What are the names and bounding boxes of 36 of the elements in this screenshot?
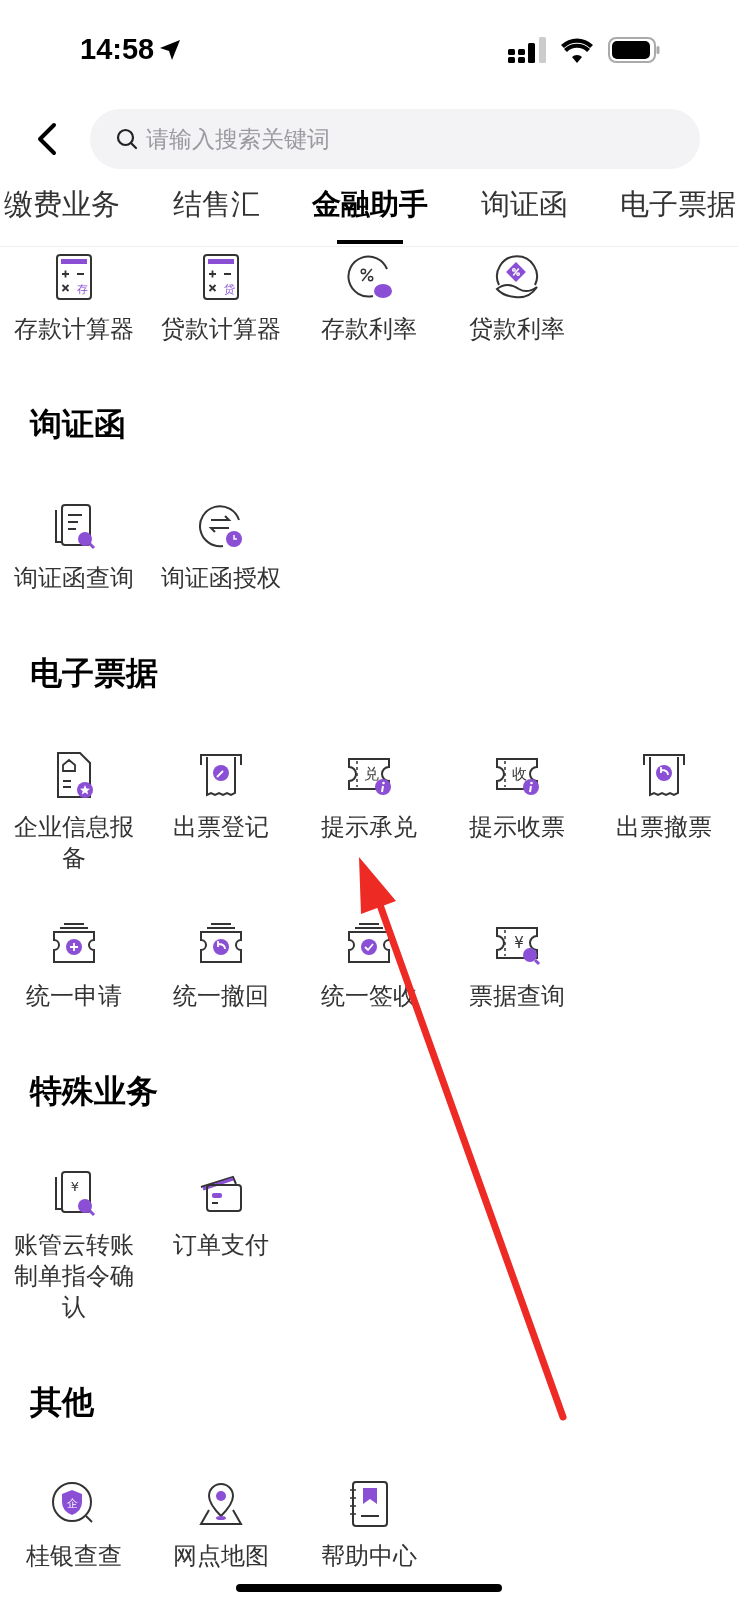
section-title: 电子票据 xyxy=(29,654,159,693)
section-title: 其他 xyxy=(29,1383,95,1422)
status-time: 14:58 xyxy=(80,32,155,68)
back-icon[interactable] xyxy=(36,122,58,156)
service-item[interactable]: 贷 贷款计算器 xyxy=(147,251,296,344)
service-item[interactable]: 企业信息报备 xyxy=(0,749,148,873)
service-item[interactable]: ¥ 账管云转账制单指令确认 xyxy=(0,1167,148,1322)
section-title: 询证函 xyxy=(28,405,127,444)
search-field[interactable]: 请输入搜索关键词 xyxy=(90,109,700,169)
service-item[interactable]: 存款利率 xyxy=(295,251,443,344)
signal-icon xyxy=(508,37,546,63)
service-item[interactable]: 询证函查询 xyxy=(0,500,148,593)
service-item[interactable]: 帮助中心 xyxy=(295,1478,443,1571)
category-tab[interactable]: 询证函 xyxy=(480,180,568,246)
service-item[interactable]: 网点地图 xyxy=(147,1478,296,1571)
service-item[interactable]: 订单支付 xyxy=(147,1167,296,1322)
service-item[interactable]: 统一撤回 xyxy=(147,918,296,1011)
service-item[interactable]: 企 桂银查查 xyxy=(0,1478,148,1571)
category-tab[interactable]: 缴费业务 xyxy=(4,180,120,246)
service-item[interactable]: 出票撤票 xyxy=(590,749,738,873)
service-item[interactable]: 出票登记 xyxy=(147,749,296,873)
service-item[interactable]: 统一申请 xyxy=(0,918,148,1011)
service-item[interactable]: 收 提示收票 xyxy=(442,749,591,873)
category-tab[interactable]: 金融助手 xyxy=(312,180,428,246)
search-icon xyxy=(116,128,138,150)
wifi-icon xyxy=(560,37,594,63)
battery-icon xyxy=(608,37,660,63)
service-item[interactable]: 存 存款计算器 xyxy=(0,251,148,344)
service-item[interactable]: 询证函授权 xyxy=(147,500,296,593)
location-arrow-icon xyxy=(158,38,183,62)
service-item[interactable]: 兑 提示承兑 xyxy=(295,749,443,873)
category-tab[interactable]: 电子票据 xyxy=(620,180,736,246)
section-title: 特殊业务 xyxy=(28,1072,159,1111)
service-item[interactable]: ¥ 票据查询 xyxy=(442,918,591,1011)
service-item[interactable]: 贷款利率 xyxy=(442,251,591,344)
category-tab[interactable]: 结售汇 xyxy=(172,180,260,246)
